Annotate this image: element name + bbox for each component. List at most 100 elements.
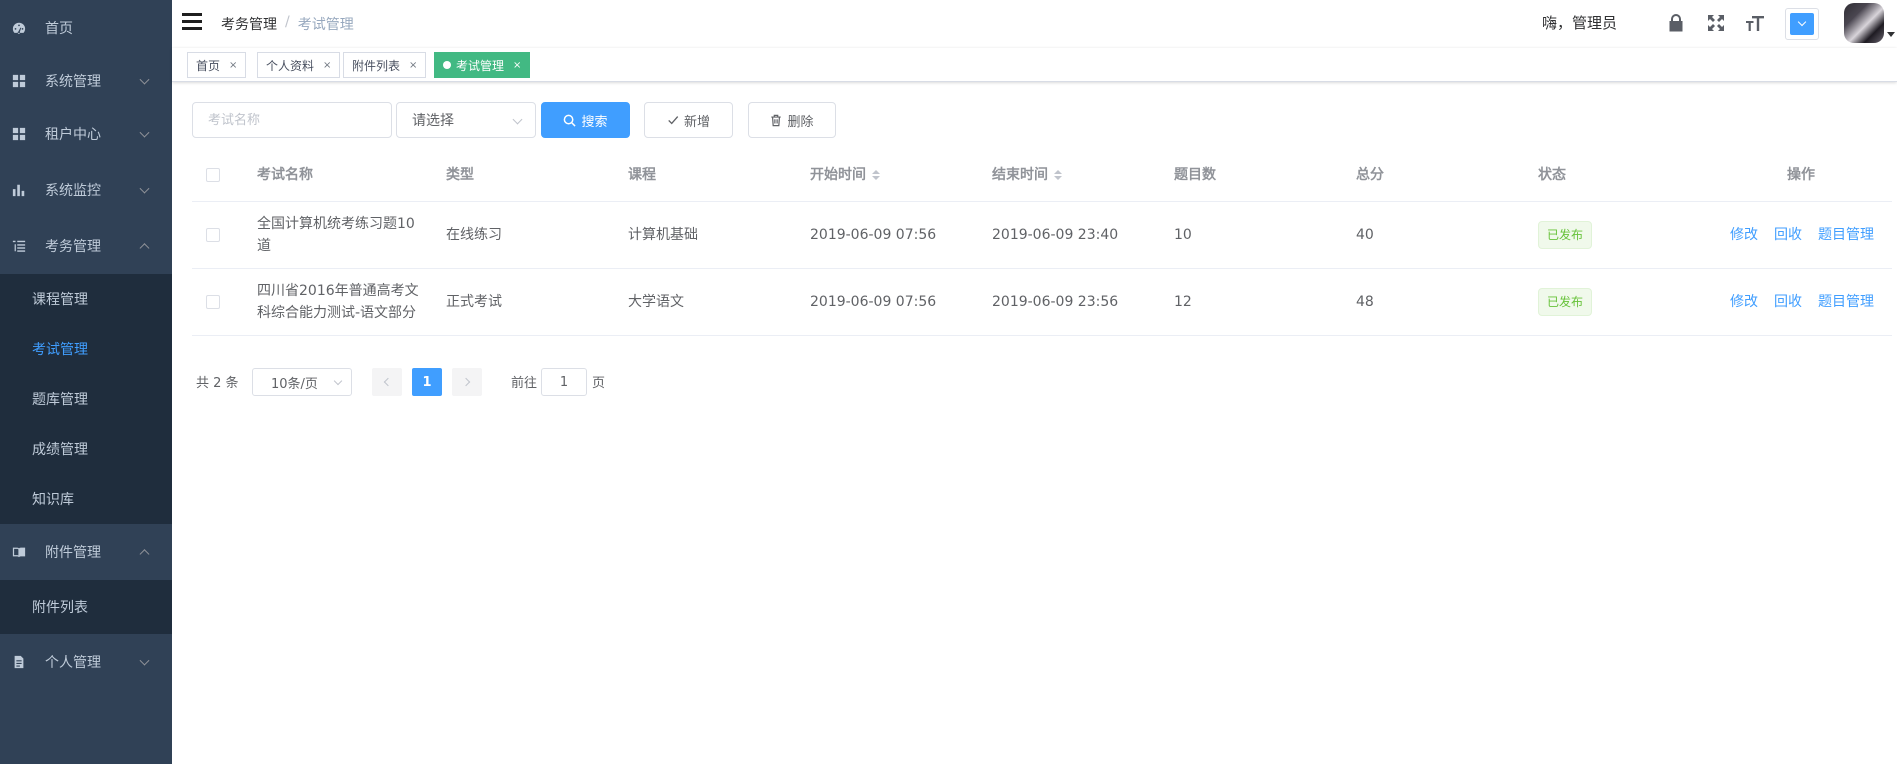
submenu-attachment-list[interactable]: 附件列表	[0, 580, 172, 634]
submenu-scores[interactable]: 成绩管理	[0, 424, 172, 474]
status-badge: 已发布	[1538, 221, 1593, 249]
edit-link[interactable]: 修改	[1730, 224, 1758, 246]
sort-icon[interactable]	[872, 169, 880, 180]
chevron-down-icon	[333, 376, 343, 386]
chevron-up-icon	[139, 243, 150, 254]
col-header-end[interactable]: 结束时间	[992, 148, 1062, 201]
col-header-name: 考试名称	[257, 166, 313, 183]
goto-page-input[interactable]	[541, 368, 587, 396]
chevron-left-icon	[383, 377, 393, 387]
exam-type-select[interactable]: 请选择	[396, 102, 536, 138]
caret-down-icon[interactable]	[1887, 32, 1895, 37]
row-checkbox[interactable]	[206, 295, 220, 309]
sidebar: 首页 系统管理 租户中心 系统监控 考务管理 课程管理 考试管理 题库管理 成绩…	[0, 0, 172, 764]
col-header-course: 课程	[628, 166, 656, 183]
page-unit-label: 页	[592, 376, 606, 391]
exam-name-line: 四川省2016年普通高考文	[257, 283, 419, 299]
edit-link[interactable]: 修改	[1730, 291, 1758, 313]
cell-questions: 10	[1174, 227, 1192, 243]
lock-icon[interactable]	[1666, 13, 1686, 33]
page-size-select[interactable]: 10条/页	[252, 368, 352, 396]
hamburger-icon[interactable]	[182, 13, 202, 30]
menu-monitor[interactable]: 系统监控	[0, 162, 172, 218]
menu-personal[interactable]: 个人管理	[0, 634, 172, 690]
table-row: 四川省2016年普通高考文 科综合能力测试-语文部分 正式考试 大学语文 201…	[192, 269, 1892, 336]
col-header-total: 总分	[1356, 166, 1384, 183]
sort-icon[interactable]	[1054, 169, 1062, 180]
select-placeholder: 请选择	[412, 113, 454, 129]
cell-status: 已发布	[1538, 269, 1593, 335]
menu-personal-label: 个人管理	[45, 655, 101, 671]
submenu-knowledge[interactable]: 知识库	[0, 474, 172, 524]
chevron-down-icon	[139, 74, 150, 85]
menu-exam[interactable]: 考务管理	[0, 218, 172, 274]
tag-profile[interactable]: 个人资料 ×	[257, 52, 341, 78]
add-button-label: 新增	[683, 114, 710, 130]
next-page-button[interactable]	[452, 368, 482, 396]
chevron-up-icon	[139, 549, 150, 560]
breadcrumb-separator: /	[285, 14, 290, 30]
tags-view: 首页 × 个人资料 × 附件列表 × 考试管理 ×	[172, 48, 1897, 82]
menu-attachment[interactable]: 附件管理	[0, 524, 172, 580]
menu-home[interactable]: 首页	[0, 0, 172, 56]
trash-icon	[771, 114, 782, 126]
question-manage-link[interactable]: 题目管理	[1818, 224, 1874, 246]
avatar[interactable]	[1844, 3, 1884, 43]
exam-submenu: 课程管理 考试管理 题库管理 成绩管理 知识库	[0, 274, 172, 524]
chevron-down-icon	[512, 114, 523, 125]
attachment-submenu: 附件列表	[0, 580, 172, 634]
search-button[interactable]: 搜索	[541, 102, 630, 138]
select-all-checkbox[interactable]	[206, 167, 220, 182]
exam-name-input[interactable]	[192, 102, 392, 138]
breadcrumb: 考务管理 / 考试管理	[221, 14, 354, 34]
close-icon[interactable]: ×	[513, 60, 521, 71]
col-header-type: 类型	[446, 166, 474, 183]
question-manage-link[interactable]: 题目管理	[1818, 291, 1874, 313]
user-greeting: 嗨，管理员	[1542, 14, 1618, 32]
search-icon	[564, 114, 577, 127]
close-icon[interactable]: ×	[323, 60, 331, 71]
cell-course: 计算机基础	[628, 227, 698, 243]
bar-chart-icon	[12, 183, 26, 197]
close-icon[interactable]: ×	[229, 60, 237, 71]
menu-system[interactable]: 系统管理	[0, 56, 172, 106]
book-icon	[12, 545, 26, 559]
breadcrumb-item[interactable]: 考务管理	[221, 14, 277, 34]
exam-name-line: 全国计算机统考练习题10	[257, 216, 415, 232]
tag-home[interactable]: 首页 ×	[187, 52, 247, 78]
chevron-down-icon	[139, 183, 150, 194]
col-header-actions: 操作	[1787, 166, 1815, 183]
search-button-label: 搜索	[581, 114, 608, 130]
status-badge: 已发布	[1538, 288, 1593, 316]
cell-end: 2019-06-09 23:40	[992, 227, 1119, 243]
page-number-active[interactable]: 1	[412, 368, 442, 396]
tag-attachments[interactable]: 附件列表 ×	[343, 52, 427, 78]
add-button[interactable]: 新增	[644, 102, 733, 138]
recycle-link[interactable]: 回收	[1774, 224, 1802, 246]
fullscreen-icon[interactable]	[1706, 13, 1726, 33]
theme-picker[interactable]	[1785, 8, 1819, 40]
close-icon[interactable]: ×	[409, 60, 417, 71]
dashboard-icon	[12, 21, 26, 35]
row-checkbox-cell	[206, 269, 220, 335]
check-icon	[668, 116, 679, 125]
submenu-question-bank[interactable]: 题库管理	[0, 374, 172, 424]
cell-total: 48	[1356, 294, 1374, 310]
row-checkbox-cell	[206, 202, 220, 268]
delete-button[interactable]: 删除	[748, 102, 836, 138]
cell-status: 已发布	[1538, 202, 1593, 268]
submenu-exam-manage[interactable]: 考试管理	[0, 324, 172, 374]
page-size-value: 10条/页	[271, 376, 318, 392]
col-header-start[interactable]: 开始时间	[810, 148, 880, 201]
cell-start: 2019-06-09 07:56	[810, 294, 937, 310]
font-size-icon[interactable]	[1745, 13, 1765, 33]
menu-tenant[interactable]: 租户中心	[0, 106, 172, 162]
row-checkbox[interactable]	[206, 228, 220, 242]
grid-icon	[12, 127, 26, 141]
exam-name-line: 科综合能力测试-语文部分	[257, 305, 417, 321]
table-row: 全国计算机统考练习题10 道 在线练习 计算机基础 2019-06-09 07:…	[192, 202, 1892, 269]
tag-exam-manage[interactable]: 考试管理 ×	[434, 52, 531, 78]
submenu-course[interactable]: 课程管理	[0, 274, 172, 324]
prev-page-button[interactable]	[372, 368, 402, 396]
recycle-link[interactable]: 回收	[1774, 291, 1802, 313]
